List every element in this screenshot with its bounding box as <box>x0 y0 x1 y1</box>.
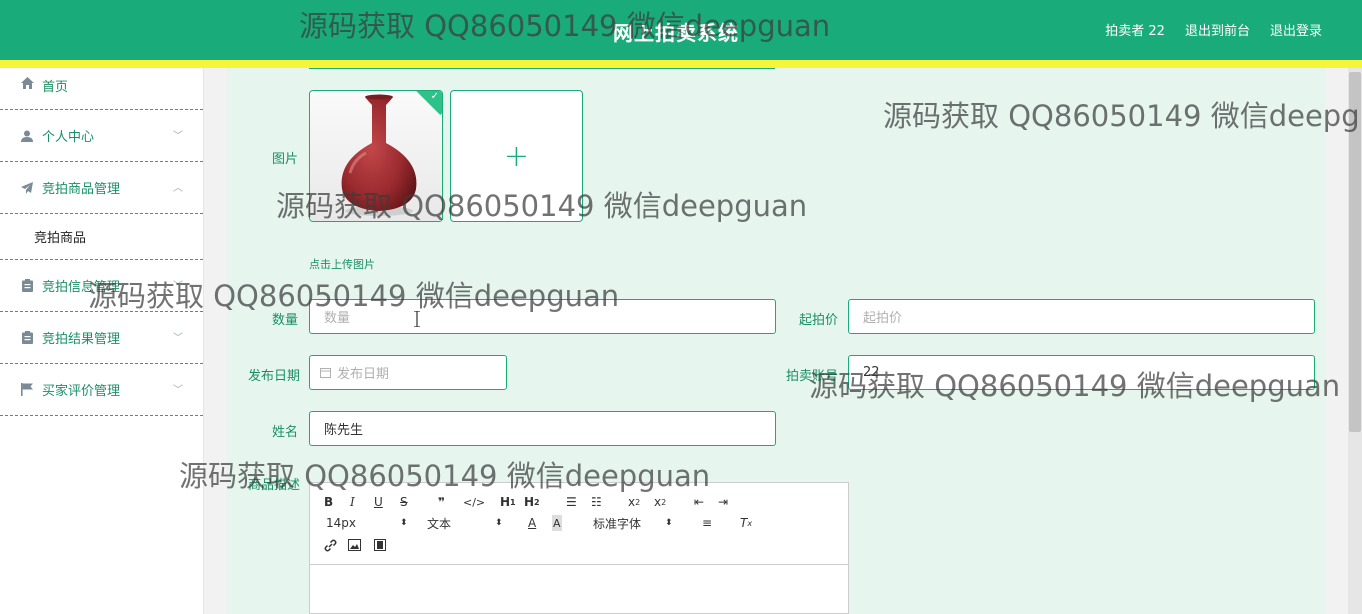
name-input[interactable]: 陈先生 <box>309 411 776 446</box>
back-to-frontend-link[interactable]: 退出到前台 <box>1185 20 1250 39</box>
clear-format-icon[interactable]: Tx <box>740 515 752 531</box>
rich-text-editor: B I U S ❞ </> H1 H2 ☰ ☷ x2 x2 ⇤ ⇥ 14px ⬍ … <box>309 482 849 614</box>
superscript-icon[interactable]: x2 <box>654 494 666 510</box>
sidebar-item-home[interactable]: 首页 <box>0 68 203 110</box>
sidebar-item-auction-info[interactable]: 竞拍信息管理 ﹀ <box>0 260 203 312</box>
check-icon: ✓ <box>430 91 439 102</box>
sidebar-subitem-auction-goods[interactable]: 竞拍商品 <box>0 214 203 260</box>
text-cursor-icon <box>414 311 420 327</box>
sidebar-item-personal-center[interactable]: 个人中心 ﹀ <box>0 110 203 162</box>
sidebar-item-label: 首页 <box>42 80 69 95</box>
sidebar-item-label: 买家评价管理 <box>42 384 121 399</box>
sidebar: 首页 个人中心 ﹀ 竞拍商品管理 ︿ 竞拍商品 竞拍信息管理 ﹀ 竞拍结果管理 … <box>0 68 204 614</box>
strikethrough-icon[interactable]: S <box>400 494 408 510</box>
chevron-up-icon: ︿ <box>173 182 183 194</box>
paragraph-value: 文本 <box>427 516 452 531</box>
clipboard-icon <box>20 331 34 345</box>
unordered-list-icon[interactable]: ☷ <box>591 494 602 510</box>
sidebar-subitem-label: 竞拍商品 <box>34 231 87 246</box>
header-links: 拍卖者 22 退出到前台 退出登录 <box>1105 20 1322 39</box>
sidebar-item-label: 个人中心 <box>42 130 95 145</box>
plus-icon: + <box>503 138 530 174</box>
publish-date-placeholder: 发布日期 <box>337 367 390 382</box>
start-price-label: 起拍价 <box>799 313 839 328</box>
user-icon <box>20 129 34 143</box>
scrollbar[interactable] <box>1348 68 1362 614</box>
chevron-down-icon: ﹀ <box>173 130 183 142</box>
home-icon <box>20 76 34 90</box>
upload-tip: 点击上传图片 <box>309 258 375 271</box>
quantity-label: 数量 <box>272 313 299 328</box>
send-icon <box>20 181 34 195</box>
description-label: 商品描述 <box>248 478 301 493</box>
sidebar-item-label: 竞拍结果管理 <box>42 332 121 347</box>
subscript-icon[interactable]: x2 <box>628 494 640 510</box>
clipboard-icon <box>20 279 34 293</box>
font-family-select[interactable]: 标准字体 ⬍ <box>593 515 673 531</box>
flag-icon <box>20 383 34 397</box>
vase-image <box>310 91 442 221</box>
seller-account-label: 拍卖账号 <box>786 369 839 384</box>
quantity-input[interactable]: 数量 <box>309 299 776 334</box>
logout-link[interactable]: 退出登录 <box>1270 20 1322 39</box>
sidebar-item-label: 竞拍信息管理 <box>42 280 121 295</box>
publish-date-picker[interactable]: 发布日期 <box>309 355 507 390</box>
font-color-icon[interactable]: A <box>528 515 536 531</box>
image-icon[interactable] <box>348 537 361 553</box>
ordered-list-icon[interactable]: ☰ <box>566 494 577 510</box>
previous-field-border <box>309 68 775 69</box>
select-arrows-icon: ⬍ <box>400 518 408 528</box>
editor-toolbar: B I U S ❞ </> H1 H2 ☰ ☷ x2 x2 ⇤ ⇥ 14px ⬍ … <box>310 483 848 565</box>
font-family-value: 标准字体 <box>593 516 642 531</box>
app-title: 网上拍卖系统 <box>613 21 739 45</box>
publish-date-label: 发布日期 <box>248 369 301 384</box>
align-icon[interactable]: ≡ <box>702 515 712 531</box>
chevron-down-icon: ﹀ <box>173 280 183 292</box>
quote-icon[interactable]: ❞ <box>438 494 445 510</box>
current-user-link[interactable]: 拍卖者 22 <box>1105 20 1165 39</box>
italic-icon[interactable]: I <box>350 494 355 510</box>
heading1-icon[interactable]: H1 <box>500 494 516 510</box>
seller-account-input[interactable]: 22 <box>848 355 1315 390</box>
select-arrows-icon: ⬍ <box>495 518 503 528</box>
video-icon[interactable] <box>374 537 386 553</box>
upload-image-button[interactable]: + <box>450 90 583 222</box>
sidebar-item-buyer-review[interactable]: 买家评价管理 ﹀ <box>0 364 203 416</box>
paragraph-select[interactable]: 文本 ⬍ <box>427 515 503 531</box>
indent-icon[interactable]: ⇥ <box>718 494 728 510</box>
underline-icon[interactable]: U <box>374 494 383 510</box>
scrollbar-thumb[interactable] <box>1349 72 1361 432</box>
name-label: 姓名 <box>272 425 299 440</box>
code-icon[interactable]: </> <box>463 494 485 510</box>
font-size-select[interactable]: 14px ⬍ <box>326 515 408 531</box>
uploaded-image[interactable]: ✓ <box>309 90 443 222</box>
sidebar-item-label: 竞拍商品管理 <box>42 182 121 197</box>
image-label: 图片 <box>272 152 299 167</box>
sidebar-item-auction-goods[interactable]: 竞拍商品管理 ︿ <box>0 162 203 214</box>
header-accent-bar <box>0 60 1362 68</box>
bold-icon[interactable]: B <box>324 494 333 510</box>
chevron-down-icon: ﹀ <box>173 332 183 344</box>
link-icon[interactable] <box>324 537 337 553</box>
sidebar-item-auction-result[interactable]: 竞拍结果管理 ﹀ <box>0 312 203 364</box>
select-arrows-icon: ⬍ <box>665 518 673 528</box>
heading2-icon[interactable]: H2 <box>524 494 540 510</box>
calendar-icon <box>320 367 331 378</box>
top-header: 网上拍卖系统 拍卖者 22 退出到前台 退出登录 <box>0 0 1362 60</box>
start-price-input[interactable]: 起拍价 <box>848 299 1315 334</box>
background-color-icon[interactable]: A <box>552 515 562 531</box>
chevron-down-icon: ﹀ <box>173 384 183 396</box>
outdent-icon[interactable]: ⇤ <box>694 494 704 510</box>
font-size-value: 14px <box>326 516 356 530</box>
